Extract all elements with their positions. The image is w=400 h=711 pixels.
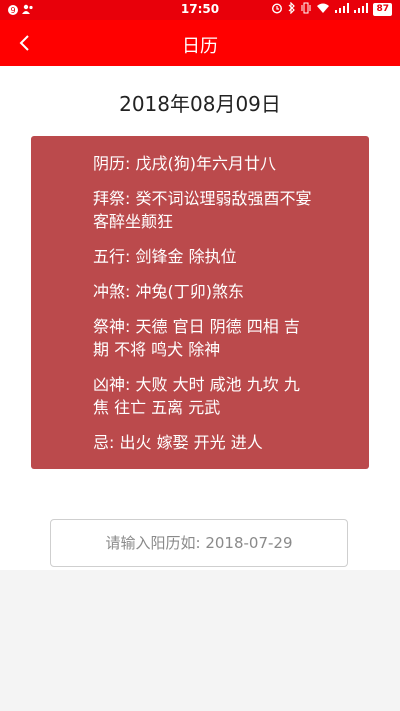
page-title: 日历 [182,36,218,57]
solar-date-input[interactable] [50,519,348,567]
almanac-list: 阴历: 戊戌(狗)年六月廿八 拜祭: 癸不词讼理弱敌强酉不宴客醉坐颠狂 五行: … [93,152,313,466]
alarm-icon [271,2,283,17]
inauspicious-gods-row: 凶神: 大败 大时 咸池 九坎 九焦 往亡 五离 元武 [93,375,300,417]
back-button[interactable] [6,24,42,62]
avoid-row: 忌: 出火 嫁娶 开光 进人 [93,433,263,452]
vibrate-icon [301,2,311,17]
clash-row: 冲煞: 冲兔(丁卯)煞东 [93,282,244,301]
status-bar: 9 17:50 87 [0,0,400,20]
title-bar: 日历 [0,20,400,66]
wifi-icon [316,3,330,17]
bluetooth-icon [288,1,296,17]
status-right-icons: 87 [271,1,392,17]
five-elements-row: 五行: 剑锋金 除执位 [93,247,237,266]
date-heading: 2018年08月09日 [119,92,281,116]
auspicious-gods-row: 祭神: 天德 官日 阴德 四相 吉期 不将 鸣犬 除神 [93,317,300,359]
worship-row: 拜祭: 癸不词讼理弱敌强酉不宴客醉坐颠狂 [93,189,312,231]
almanac-card: 阴历: 戊戌(狗)年六月廿八 拜祭: 癸不词讼理弱敌强酉不宴客醉坐颠狂 五行: … [31,136,369,469]
lunar-date-row: 阴历: 戊戌(狗)年六月廿八 [93,154,276,173]
main-content: 2018年08月09日 阴历: 戊戌(狗)年六月廿八 拜祭: 癸不词讼理弱敌强酉… [0,66,400,570]
chevron-left-icon [19,35,29,51]
battery-icon: 87 [373,3,392,16]
signal-icon-2 [354,3,369,16]
signal-icon-1 [335,3,350,16]
